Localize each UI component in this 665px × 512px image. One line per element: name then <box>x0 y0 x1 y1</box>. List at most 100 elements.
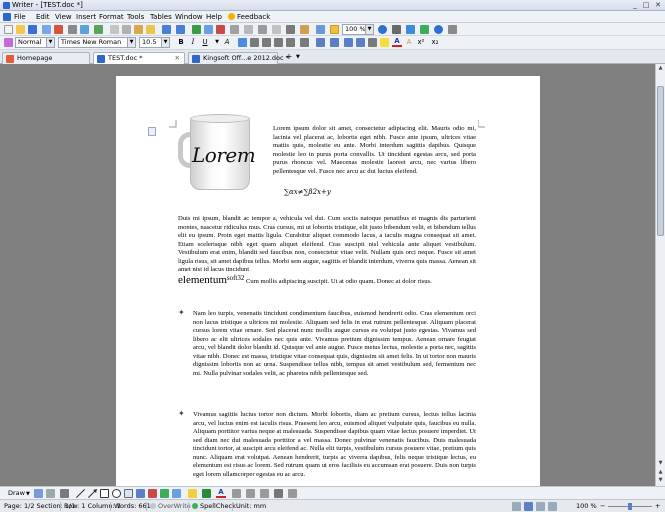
paste-icon[interactable] <box>134 25 143 34</box>
insert-chart-icon[interactable] <box>148 489 157 498</box>
align-center-icon[interactable] <box>250 38 259 47</box>
decrease-indent-icon[interactable] <box>344 38 353 47</box>
menu-help[interactable]: Help <box>206 13 222 21</box>
bullet-paragraph-2[interactable]: Vivamus sagittis luctus tortor non dictu… <box>193 411 476 479</box>
zoom-in-button[interactable]: + <box>655 502 660 510</box>
save-icon[interactable] <box>28 25 37 34</box>
options-icon[interactable] <box>392 25 401 34</box>
styles-icon[interactable] <box>4 38 13 47</box>
share-icon[interactable] <box>420 25 429 34</box>
char-shading-icon[interactable]: A <box>404 38 414 47</box>
hyperlink-icon[interactable] <box>192 25 201 34</box>
minimize-icon[interactable]: _ <box>630 1 640 10</box>
toolbar-options-icon[interactable] <box>448 25 457 34</box>
highlight-icon[interactable] <box>380 38 389 47</box>
line-spacing-icon[interactable] <box>300 38 309 47</box>
print-preview-icon[interactable] <box>80 25 89 34</box>
bullet-paragraph-1[interactable]: Nam leo turpis, venenatis tincidunt cond… <box>193 310 476 378</box>
superscript-icon[interactable]: x² <box>416 38 426 47</box>
select-objects-icon[interactable] <box>34 489 43 498</box>
new-icon[interactable] <box>4 25 13 34</box>
font-select[interactable]: Times New Roman ▼ <box>58 37 136 48</box>
line-style-icon[interactable] <box>232 489 241 498</box>
document-page[interactable]: Lorem Lorem ipsum dolor sit amet, consec… <box>116 76 540 486</box>
subscript-icon[interactable]: x₂ <box>430 38 440 47</box>
vertical-scrollbar[interactable]: ▲ ▼ ▲ ▼ <box>655 64 665 486</box>
insert-picture-icon[interactable] <box>172 489 181 498</box>
previous-page-icon[interactable]: ▲ <box>657 469 664 477</box>
cut-icon[interactable] <box>110 25 119 34</box>
align-left-icon[interactable] <box>238 38 247 47</box>
spellcheck-status[interactable]: SpellCheck <box>200 502 236 510</box>
font-size-select[interactable]: 10.5 ▼ <box>139 37 170 48</box>
view-normal-icon[interactable] <box>512 502 521 511</box>
redo-icon[interactable] <box>176 25 185 34</box>
draw-font-color-icon[interactable]: A <box>216 489 226 498</box>
line-icon[interactable] <box>76 489 85 498</box>
scroll-up-icon[interactable]: ▲ <box>657 65 664 73</box>
shadow-icon[interactable] <box>274 489 283 498</box>
textbox-icon[interactable] <box>124 489 133 498</box>
style-select[interactable]: Normal ▼ <box>15 37 55 48</box>
close-icon[interactable]: ✕ <box>653 1 663 10</box>
paragraph-1[interactable]: Lorem ipsum dolor sit amet, consectetur … <box>273 125 476 176</box>
fill-color-icon[interactable] <box>188 489 197 498</box>
chart-icon[interactable] <box>216 25 225 34</box>
wordart-icon[interactable] <box>136 489 145 498</box>
print-icon[interactable] <box>68 25 77 34</box>
show-hide-icon[interactable] <box>300 25 309 34</box>
clipart-icon[interactable] <box>160 489 169 498</box>
rectangle-icon[interactable] <box>100 489 109 498</box>
justify-icon[interactable] <box>274 38 283 47</box>
paragraph-2[interactable]: Duis mi ipsum, blandit ac tempor a, vehi… <box>178 215 476 275</box>
object-anchor-icon[interactable] <box>148 127 156 136</box>
underline-dropdown-icon[interactable]: ▼ <box>212 38 222 47</box>
zoom-select[interactable]: 100 % ▼ <box>342 24 374 35</box>
zoom-icon[interactable] <box>316 25 325 34</box>
columns-icon[interactable] <box>258 25 267 34</box>
help-icon[interactable] <box>378 25 387 34</box>
menu-view[interactable]: View <box>55 13 72 21</box>
info-icon[interactable] <box>434 25 443 34</box>
scroll-thumb[interactable] <box>657 86 664 236</box>
spellcheck-icon[interactable] <box>94 25 103 34</box>
arrow-icon[interactable] <box>88 489 97 498</box>
zoom-out-button[interactable]: − <box>600 502 605 510</box>
format-painter-icon[interactable] <box>146 25 155 34</box>
distribute-icon[interactable] <box>286 38 295 47</box>
autoshapes-icon[interactable] <box>60 489 69 498</box>
border-icon[interactable] <box>368 38 377 47</box>
align-right-icon[interactable] <box>262 38 271 47</box>
3d-icon[interactable] <box>288 489 297 498</box>
equation[interactable]: ∑αx≠∑β2x+y <box>284 188 331 196</box>
line-color-icon[interactable] <box>202 489 211 498</box>
open-icon[interactable] <box>16 25 25 34</box>
overwrite-status[interactable]: OverWrite <box>158 502 191 510</box>
menu-tools[interactable]: Tools <box>127 13 144 21</box>
menu-edit[interactable]: Edit <box>36 13 50 21</box>
insert-table-icon[interactable] <box>244 25 253 34</box>
zoom-slider-thumb[interactable] <box>628 503 632 510</box>
menu-tables[interactable]: Tables <box>150 13 172 21</box>
rotate-icon[interactable] <box>46 489 55 498</box>
menu-insert[interactable]: Insert <box>76 13 96 21</box>
underline-button[interactable]: U <box>200 38 210 47</box>
maximize-icon[interactable]: □ <box>641 1 651 10</box>
tab-kingsoft-doc[interactable]: Kingsoft Off...e 2012.doc * <box>188 52 289 64</box>
next-page-icon[interactable]: ▼ <box>657 477 664 485</box>
picture-icon[interactable] <box>204 25 213 34</box>
paragraph-2-end[interactable]: elementumsoft32 Cum mollis adipiscing su… <box>178 274 476 287</box>
increase-indent-icon[interactable] <box>356 38 365 47</box>
draw-dropdown-icon[interactable]: ▼ <box>26 491 30 497</box>
drawing-icon[interactable] <box>272 25 281 34</box>
view-page-icon[interactable] <box>524 502 533 511</box>
draw-menu[interactable]: Draw <box>8 489 25 497</box>
copy-icon[interactable] <box>122 25 131 34</box>
numbering-icon[interactable] <box>316 38 325 47</box>
font-color-icon[interactable]: A <box>392 38 402 47</box>
new-tab-button[interactable]: + <box>284 52 294 62</box>
view-outline-icon[interactable] <box>548 502 557 511</box>
dash-style-icon[interactable] <box>246 489 255 498</box>
email-icon[interactable] <box>42 25 51 34</box>
tab-menu-icon[interactable]: ▼ <box>296 54 300 60</box>
